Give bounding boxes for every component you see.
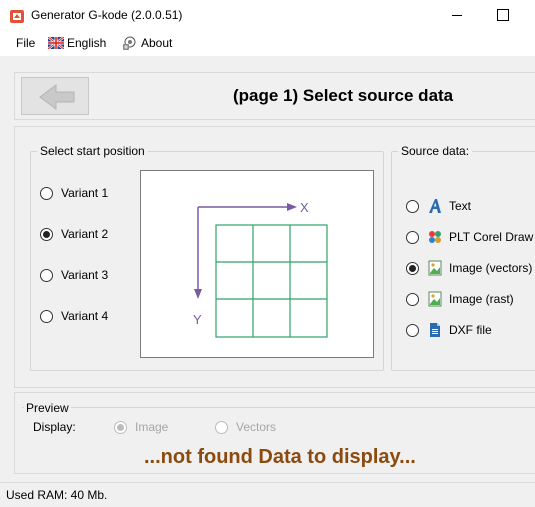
menu-bar: File English About — [0, 30, 535, 56]
axis-grid-diagram: X Y — [193, 200, 328, 338]
page-title: (page 1) Select source data — [233, 86, 454, 105]
axis-arrows — [194, 203, 297, 299]
title-bar: Generator G-kode (2.0.0.51) — [0, 0, 535, 30]
menu-about-label: About — [141, 36, 173, 50]
corel-icon — [429, 231, 441, 243]
variant-3-label: Variant 3 — [61, 268, 109, 282]
source-image-rast-radio[interactable]: Image (rast) — [406, 291, 514, 307]
source-dxf-label: DXF file — [449, 323, 492, 337]
source-text-radio[interactable]: Text — [406, 198, 471, 214]
radio-circle[interactable] — [215, 420, 228, 434]
display-vectors-label: Vectors — [236, 420, 277, 434]
no-data-message: ...not found Data to display... — [144, 446, 416, 468]
source-image-vectors-label: Image (vectors) — [449, 261, 533, 275]
radio-circle[interactable] — [40, 309, 53, 323]
source-plt-label: PLT Corel Draw — [449, 230, 534, 244]
status-bar: Used RAM: 40 Mb. — [0, 482, 535, 507]
menu-language[interactable]: English — [48, 35, 106, 51]
menu-file[interactable]: File — [16, 35, 35, 51]
display-image-radio[interactable]: Image — [114, 419, 168, 435]
variant-2-label: Variant 2 — [61, 227, 109, 241]
y-axis-label: Y — [193, 312, 202, 327]
display-image-label: Image — [135, 420, 169, 434]
radio-circle[interactable] — [40, 186, 53, 200]
display-vectors-radio[interactable]: Vectors — [215, 419, 276, 435]
minimize-button[interactable] — [433, 0, 479, 30]
maximize-button[interactable] — [479, 0, 525, 30]
radio-circle-selected[interactable] — [406, 261, 419, 275]
variant-2-radio[interactable]: Variant 2 — [40, 226, 108, 242]
variant-4-radio[interactable]: Variant 4 — [40, 308, 108, 324]
variant-1-label: Variant 1 — [61, 186, 109, 200]
start-position-legend: Select start position — [37, 144, 148, 158]
radio-circle[interactable] — [406, 230, 419, 244]
menu-file-label: File — [16, 36, 36, 50]
ram-usage-text: Used RAM: 40 Mb. — [6, 488, 108, 502]
app-icon — [10, 10, 24, 23]
about-icon — [123, 36, 136, 50]
radio-circle[interactable] — [406, 292, 419, 306]
source-dxf-radio[interactable]: DXF file — [406, 322, 492, 338]
menu-about[interactable]: About — [121, 35, 172, 51]
source-image-vectors-radio[interactable]: Image (vectors) — [406, 260, 532, 276]
variant-3-radio[interactable]: Variant 3 — [40, 267, 108, 283]
variant-1-radio[interactable]: Variant 1 — [40, 185, 108, 201]
source-plt-radio[interactable]: PLT Corel Draw — [406, 229, 533, 245]
uk-flag-icon — [48, 37, 64, 49]
source-image-rast-label: Image (rast) — [449, 292, 514, 306]
radio-circle[interactable] — [40, 268, 53, 282]
x-axis-label: X — [300, 200, 309, 215]
radio-circle[interactable] — [406, 199, 419, 213]
display-label: Display: — [33, 420, 76, 434]
back-button[interactable] — [21, 77, 89, 115]
preview-legend: Preview — [24, 401, 71, 415]
variant-4-label: Variant 4 — [61, 309, 109, 323]
text-icon — [429, 199, 441, 213]
dxf-file-icon — [430, 323, 440, 337]
start-position-diagram: X Y — [140, 170, 374, 358]
radio-circle-selected[interactable] — [40, 227, 53, 241]
source-text-label: Text — [449, 199, 472, 213]
radio-circle[interactable] — [406, 323, 419, 337]
menu-language-label: English — [67, 36, 107, 50]
image-vectors-icon — [428, 260, 442, 276]
image-raster-icon — [428, 291, 442, 307]
arrow-left-icon — [39, 84, 75, 110]
window-title: Generator G-kode (2.0.0.51) — [31, 8, 183, 22]
grid — [215, 224, 328, 338]
radio-circle-selected[interactable] — [114, 420, 127, 434]
source-data-legend: Source data: — [398, 144, 473, 158]
